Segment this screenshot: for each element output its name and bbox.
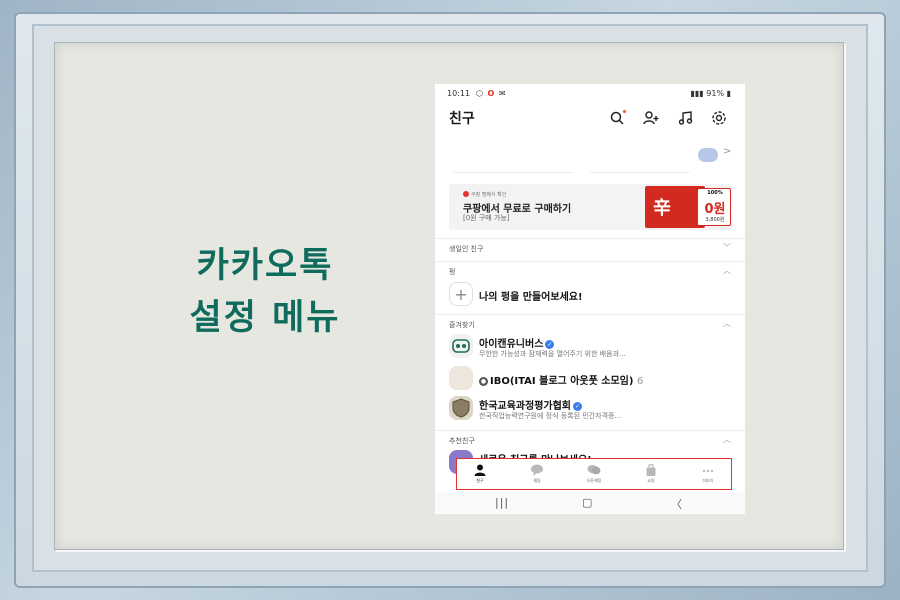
chevron-down-icon: ﹀ [723,243,731,252]
ad-product-image: 辛 [645,186,705,228]
favorite-name: 아이캔유니버스 ✓ [479,335,555,350]
back-icon[interactable]: 〈 [671,496,682,512]
add-friend-icon[interactable] [641,108,661,128]
slide-title: 카카오톡 설정 메뉴 [165,240,365,344]
avatar [449,334,473,358]
ad-price-top: 100% [707,190,723,196]
new-dot [623,110,626,113]
music-icon[interactable] [675,108,695,128]
nav-label: 더보기 [702,478,714,483]
home-icon[interactable]: ▢ [582,496,592,509]
page-title: 친구 [449,111,475,127]
slide-title-line1: 카카오톡 [196,246,334,286]
phone-screenshot: 10:11 ⬡ O ✉ ▮▮▮ 91% ▮ 친구 > 쿠팡 캠페서 확인 쿠팡에… [435,84,745,514]
chevron-right-icon: > [723,146,732,157]
nav-friends[interactable]: 친구 [457,461,503,489]
favorite-desc: 한국직업능력연구원에 정식 등록된 민간자격증... [479,412,622,420]
my-profile-row[interactable]: > [435,140,745,174]
favorite-row[interactable]: 한국교육과정평가협회 ✓ 한국직업능력연구원에 정식 등록된 민간자격증... [435,394,745,422]
bottom-nav: 친구 채팅 오픈채팅 쇼핑 더보기 [456,458,732,490]
open-chat-icon [587,465,601,475]
favorite-row[interactable]: 아이캔유니버스 ✓ 무한한 가능성과 잠재력을 열어주기 위한 배움과... [435,332,745,360]
multi-profile-icon[interactable] [698,148,718,162]
notification-icon: ⬡ [476,89,484,98]
red-circle-icon: O [487,89,496,98]
favorite-name: 한국교육과정평가협회 ✓ [479,397,582,412]
search-icon[interactable] [607,108,627,128]
section-recommended[interactable]: 추천친구 ︿ [435,430,745,448]
favorite-desc: 무한한 가능성과 잠재력을 열어주기 위한 배움과... [479,350,626,358]
chat-icon [531,464,543,476]
create-feed-row[interactable]: + 나의 펑을 만들어보세요! [435,280,745,308]
section-label: 즐겨찾기 [449,321,475,329]
section-birthday[interactable]: 생일인 친구 ﹀ [435,238,745,256]
divider [590,172,690,173]
battery-level: 91% [706,89,725,98]
more-icon [702,469,714,473]
shopping-icon [646,463,656,476]
battery-icon: ▮ [726,89,731,98]
nav-label: 채팅 [533,478,541,483]
system-nav-bar: ||| ▢ 〈 [435,492,745,514]
avatar [449,366,473,390]
section-favorites[interactable]: 즐겨찾기 ︿ [435,314,745,332]
favorite-row[interactable]: ● IBO(ITAI 블로그 아웃풋 소모임) 6 [435,364,745,392]
slide-title-line2: 설정 메뉴 [189,298,341,338]
favorite-name-text: IBO(ITAI 블로그 아웃풋 소모임) [490,376,634,387]
nav-chat[interactable]: 채팅 [514,461,560,489]
nav-more[interactable]: 더보기 [685,461,731,489]
ad-price-main: 0원 [704,202,726,217]
avatar [449,396,473,420]
status-bar: 10:11 ⬡ O ✉ ▮▮▮ 91% ▮ [435,84,745,102]
ad-price-badge: 100% 0원 3,800원 [697,188,731,226]
mail-icon: ✉ [498,89,507,98]
section-label: 펑 [449,268,456,276]
nav-label: 친구 [476,478,484,483]
ad-price-original: 3,800원 [705,217,725,223]
plus-icon[interactable]: + [449,282,473,306]
create-feed-text: 나의 펑을 만들어보세요! [479,292,583,303]
status-time: 10:11 [447,89,471,98]
section-label: 생일인 친구 [449,245,484,253]
ad-product-char: 辛 [653,198,671,219]
verified-icon: ✓ [573,402,582,411]
chevron-up-icon: ︿ [723,266,731,275]
recents-icon[interactable]: ||| [495,496,509,509]
app-header: 친구 [435,104,745,132]
person-icon [474,464,486,476]
ad-small-text: 쿠팡 캠페서 확인 [471,192,507,198]
favorite-name: ● IBO(ITAI 블로그 아웃풋 소모임) 6 [479,372,643,387]
signal-icon: ▮▮▮ [690,89,704,98]
section-feed[interactable]: 펑 ︿ [435,261,745,279]
member-count: 6 [636,376,644,387]
nav-shopping[interactable]: 쇼핑 [628,461,674,489]
chevron-up-icon: ︿ [723,435,731,444]
settings-icon[interactable] [709,108,729,128]
coupang-icon [463,191,469,197]
notification-icons: ⬡ O ✉ [476,89,507,98]
section-label: 추천친구 [449,437,475,445]
ad-banner[interactable]: 쿠팡 캠페서 확인 쿠팡에서 무료로 구매하기 [0원 구매 가능] 辛 100… [449,184,732,230]
group-chat-icon: ● [479,377,488,386]
verified-icon: ✓ [545,340,555,349]
ad-subtitle: [0원 구매 가능] [463,214,510,222]
status-right: ▮▮▮ 91% ▮ [691,89,732,98]
chevron-up-icon: ︿ [723,319,731,328]
divider [453,172,573,173]
nav-open-chat[interactable]: 오픈채팅 [571,461,617,489]
nav-label: 쇼핑 [647,478,655,483]
ad-label: 쿠팡 캠페서 확인 [463,191,506,198]
nav-label: 오픈채팅 [586,478,602,483]
